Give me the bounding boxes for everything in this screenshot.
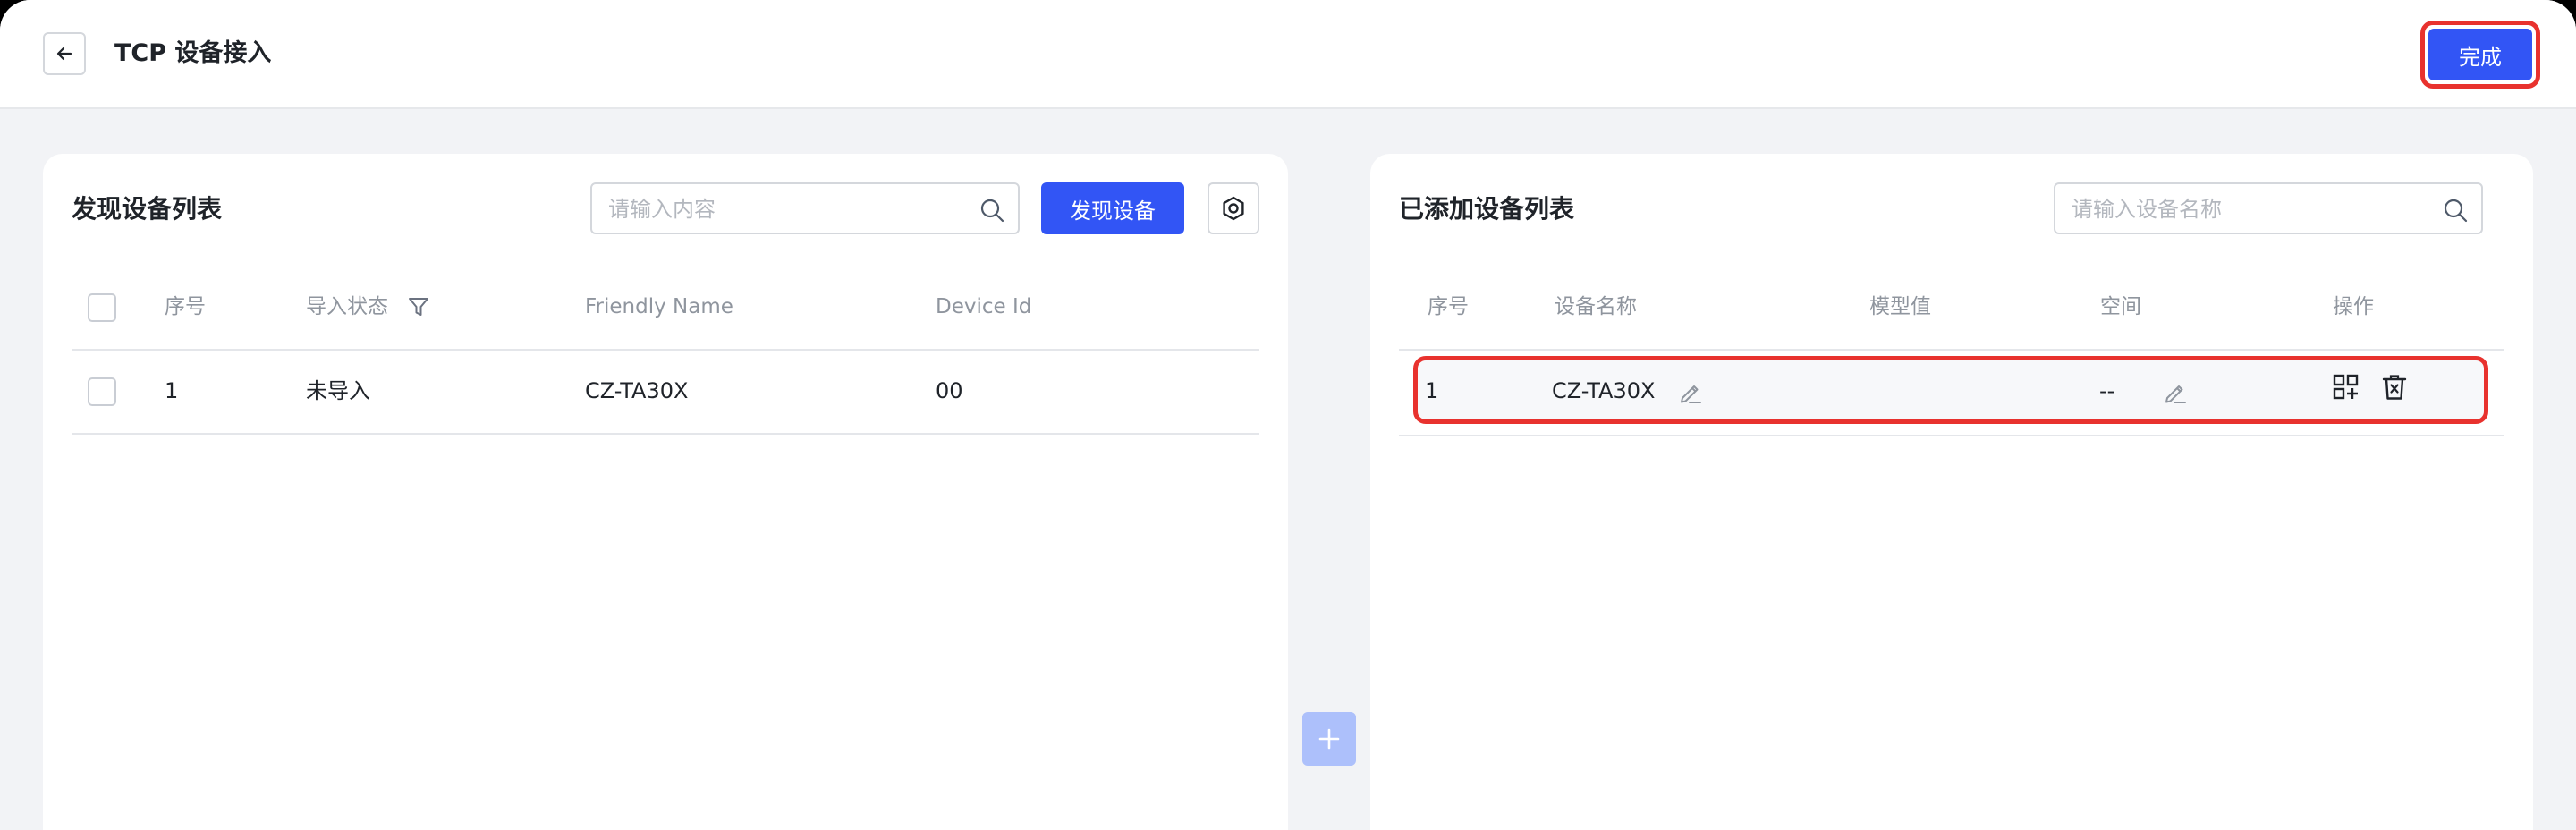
- row-device-name: CZ-TA30X: [1552, 378, 1656, 403]
- row-index: 1: [165, 378, 179, 403]
- row-device-id: 00: [936, 378, 963, 403]
- done-button[interactable]: 完成: [2428, 29, 2532, 80]
- discovered-devices-title: 发现设备列表: [72, 194, 223, 224]
- row-space: --: [2099, 378, 2115, 403]
- table-row-divider: [1399, 435, 2504, 436]
- table-header-divider: [1399, 349, 2504, 351]
- edit-pencil-icon[interactable]: [1677, 378, 1704, 405]
- column-header-import-status: 导入状态: [306, 295, 388, 318]
- discovered-search-box: [590, 182, 1020, 234]
- page-title: TCP 设备接入: [114, 39, 272, 67]
- delete-icon[interactable]: [2380, 373, 2409, 402]
- back-arrow-icon: [56, 47, 72, 61]
- column-header-actions: 操作: [2333, 295, 2374, 318]
- discovered-search-input[interactable]: [608, 193, 966, 225]
- table-row-divider: [72, 433, 1259, 435]
- filter-icon[interactable]: [406, 294, 431, 319]
- column-header-index: 序号: [165, 295, 206, 318]
- row-friendly-name: CZ-TA30X: [585, 378, 689, 403]
- column-header-friendly-name: Friendly Name: [585, 295, 733, 318]
- added-devices-title: 已添加设备列表: [1399, 194, 1575, 224]
- edit-pencil-icon[interactable]: [2162, 378, 2189, 405]
- back-button[interactable]: [43, 32, 86, 75]
- search-icon[interactable]: [2442, 197, 2469, 224]
- added-devices-panel: 已添加设备列表 序号 设备名称 模型值 空间 操作 1 CZ-TA30X --: [1370, 154, 2533, 830]
- row-import-status: 未导入: [306, 378, 370, 403]
- search-icon[interactable]: [979, 197, 1005, 224]
- table-row[interactable]: 1 CZ-TA30X --: [1413, 356, 2488, 424]
- app-frame: TCP 设备接入 完成 发现设备列表 发现设备 序号 导入状态: [0, 0, 2576, 830]
- row-index: 1: [1425, 378, 1439, 403]
- add-to-list-button[interactable]: [1302, 712, 1356, 766]
- settings-hexagon-icon: [1223, 196, 1244, 221]
- column-header-index: 序号: [1428, 295, 1469, 318]
- select-all-checkbox[interactable]: [88, 293, 116, 322]
- column-header-device-id: Device Id: [936, 295, 1032, 318]
- plus-icon: [1318, 728, 1340, 750]
- column-header-device-name: 设备名称: [1555, 295, 1637, 318]
- settings-button[interactable]: [1208, 182, 1259, 234]
- table-header-divider: [72, 349, 1259, 351]
- discover-devices-button[interactable]: 发现设备: [1041, 182, 1184, 234]
- added-search-input[interactable]: [2072, 193, 2429, 225]
- added-search-box: [2054, 182, 2483, 234]
- done-button-highlight: 完成: [2420, 21, 2540, 89]
- top-header: TCP 设备接入 完成: [0, 0, 2576, 109]
- column-header-model-value: 模型值: [1869, 295, 1931, 318]
- discovered-devices-panel: 发现设备列表 发现设备 序号 导入状态 Friendly Name Device…: [43, 154, 1288, 830]
- column-header-space: 空间: [2100, 295, 2141, 318]
- row-checkbox[interactable]: [88, 377, 116, 406]
- qr-code-add-icon[interactable]: [2332, 373, 2360, 402]
